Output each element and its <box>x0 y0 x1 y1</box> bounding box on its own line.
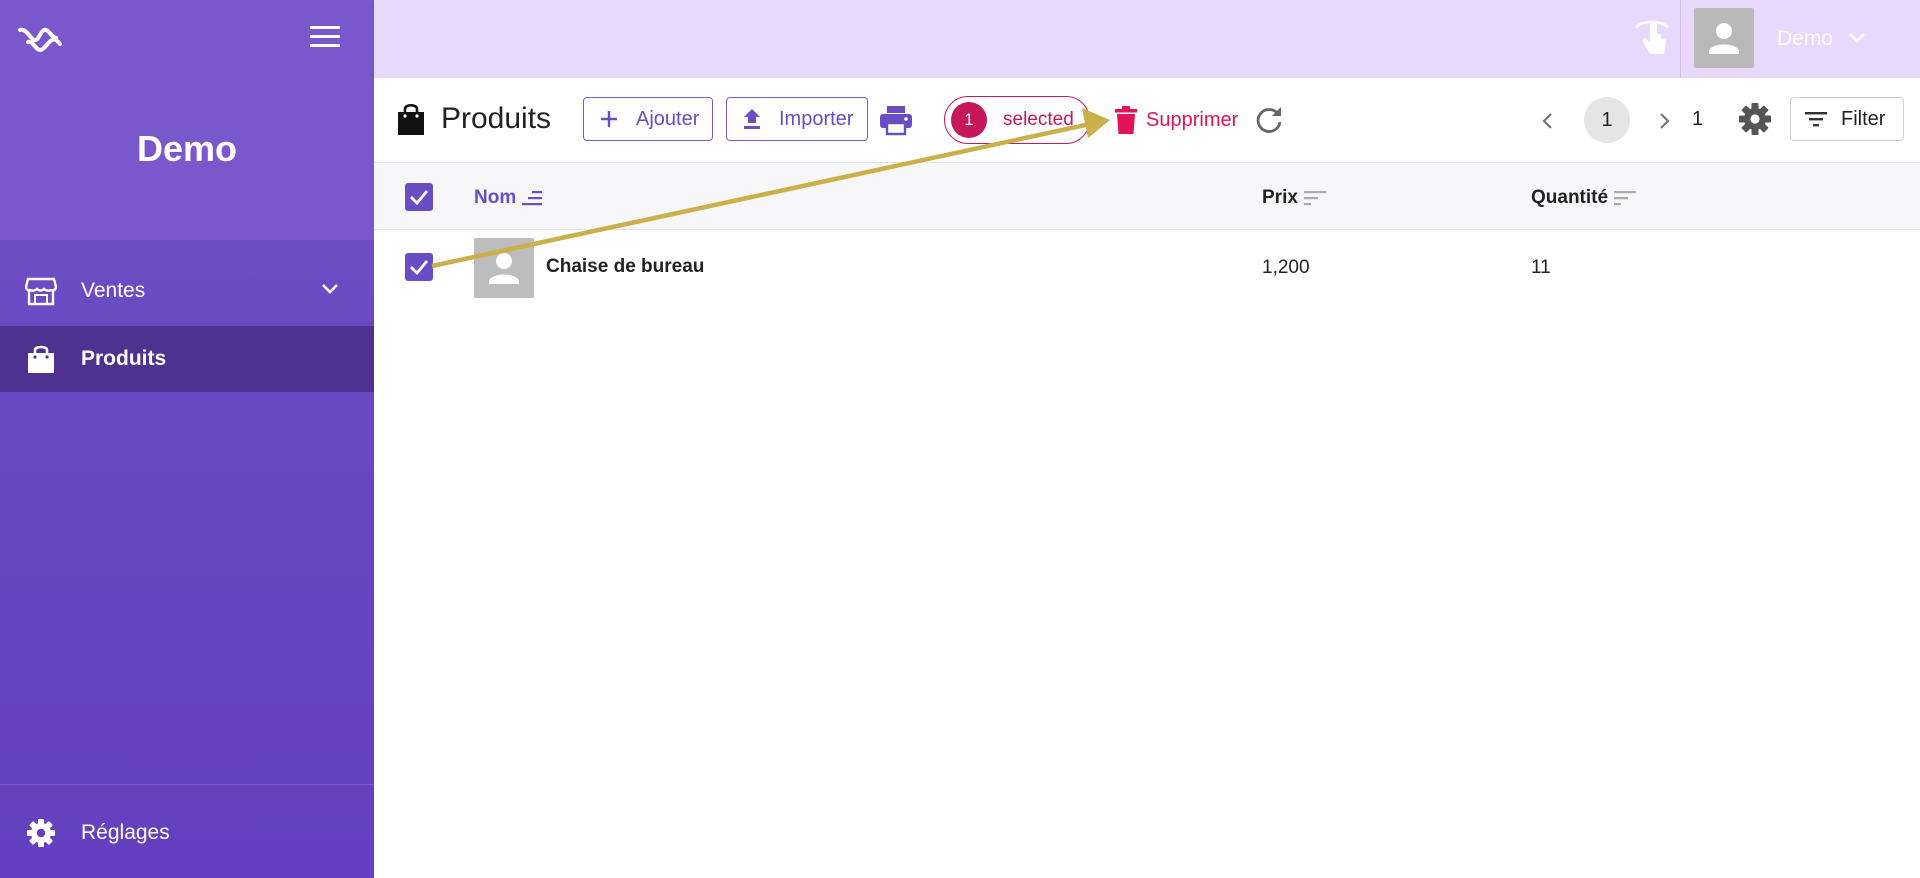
shopping-bag-icon <box>398 103 424 135</box>
list-toolbar: Produits Ajouter Importer 1 selected Sup… <box>374 78 1920 162</box>
chevron-left-icon[interactable] <box>1540 112 1554 130</box>
import-button-label: Importer <box>779 107 854 130</box>
filter-button-label: Filter <box>1841 107 1886 130</box>
shopping-bag-icon <box>28 345 54 373</box>
chevron-right-icon[interactable] <box>1658 112 1672 130</box>
select-all-checkbox[interactable] <box>405 183 433 211</box>
touch-mode-icon[interactable] <box>1632 18 1672 60</box>
hamburger-menu-icon[interactable] <box>310 26 340 52</box>
check-icon <box>410 190 429 206</box>
placeholder-image-icon <box>489 253 519 284</box>
check-icon <box>410 260 429 276</box>
user-menu-name[interactable]: Demo <box>1777 27 1833 51</box>
row-checkbox[interactable] <box>405 253 433 281</box>
gear-icon[interactable] <box>1738 102 1772 136</box>
trash-icon <box>1115 106 1137 134</box>
upload-icon <box>744 109 760 129</box>
selection-label: selected <box>1003 109 1074 130</box>
column-header-prix[interactable]: Prix <box>1262 187 1326 209</box>
user-avatar[interactable] <box>1694 8 1754 68</box>
sidebar-app-title: Demo <box>136 128 238 169</box>
top-app-bar: Demo <box>374 0 1920 78</box>
printer-icon[interactable] <box>879 104 913 136</box>
column-header-label: Nom <box>474 187 517 208</box>
current-page-button[interactable]: 1 <box>1584 97 1630 143</box>
sidebar-item-label: Produits <box>81 347 167 370</box>
chevron-down-icon[interactable] <box>1848 32 1866 44</box>
table-row[interactable]: Chaise de bureau 1,200 11 <box>374 230 1920 304</box>
user-avatar-icon <box>1709 23 1739 54</box>
sidebar: Demo Ventes Produits Réglages <box>0 0 374 878</box>
filter-button[interactable]: Filter <box>1790 97 1904 141</box>
chevron-down-icon[interactable] <box>320 282 340 296</box>
refresh-icon[interactable] <box>1254 105 1284 135</box>
brand-logo-icon[interactable] <box>18 24 62 54</box>
column-header-nom[interactable]: Nom <box>474 187 544 209</box>
add-button[interactable]: Ajouter <box>583 97 713 141</box>
column-header-quantite[interactable]: Quantité <box>1531 187 1637 209</box>
topbar-divider <box>1680 0 1681 78</box>
product-thumbnail <box>474 238 534 298</box>
sort-ascending-icon <box>522 191 543 206</box>
column-header-label: Quantité <box>1531 187 1609 208</box>
plus-icon <box>601 111 617 127</box>
product-quantity: 11 <box>1531 257 1551 278</box>
product-price: 1,200 <box>1262 257 1310 278</box>
sidebar-item-label: Réglages <box>81 821 170 844</box>
sort-icon <box>1303 191 1326 206</box>
total-pages: 1 <box>1692 108 1704 130</box>
sidebar-divider <box>0 784 374 785</box>
gear-icon <box>27 819 55 847</box>
filter-icon <box>1805 112 1827 127</box>
import-button[interactable]: Importer <box>726 97 868 141</box>
selection-count-badge: 1 <box>951 102 987 138</box>
sidebar-item-label: Ventes <box>81 279 146 302</box>
page-title: Produits <box>441 102 552 135</box>
add-button-label: Ajouter <box>636 107 700 130</box>
sidebar-item-produits[interactable]: Produits <box>0 326 374 392</box>
sidebar-item-ventes[interactable]: Ventes <box>0 258 374 324</box>
delete-button[interactable]: Supprimer <box>1114 104 1238 136</box>
column-header-label: Prix <box>1262 187 1298 208</box>
sort-icon <box>1614 191 1637 206</box>
table-header: Nom Prix Quantité <box>374 162 1920 230</box>
store-icon <box>25 277 57 306</box>
product-name: Chaise de bureau <box>546 256 705 277</box>
sidebar-item-reglages[interactable]: Réglages <box>0 800 374 866</box>
sidebar-header: Demo <box>0 0 374 240</box>
delete-button-label: Supprimer <box>1146 108 1239 131</box>
selection-chip[interactable]: 1 selected <box>944 96 1090 144</box>
